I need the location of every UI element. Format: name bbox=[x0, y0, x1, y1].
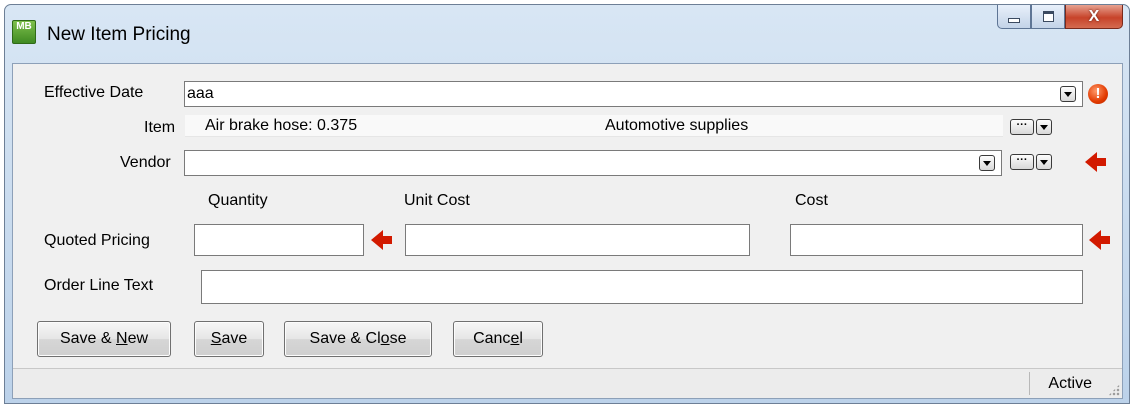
minimize-button[interactable] bbox=[997, 5, 1031, 29]
window-title: New Item Pricing bbox=[47, 24, 191, 45]
cancel-label-post: l bbox=[519, 330, 523, 347]
quantity-input[interactable] bbox=[194, 224, 364, 256]
maximize-icon bbox=[1042, 11, 1054, 22]
item-category: Automotive supplies bbox=[605, 117, 749, 134]
form-client-area: Effective Date aaa ! Item Air brake hose… bbox=[12, 63, 1123, 399]
unit-cost-input[interactable] bbox=[405, 224, 750, 256]
save-button[interactable]: Save bbox=[194, 321, 264, 357]
save-close-accesskey: o bbox=[380, 330, 390, 347]
save-close-label-post: se bbox=[389, 330, 407, 347]
cancel-label-pre: Canc bbox=[473, 330, 511, 347]
save-close-label-pre: Save & Cl bbox=[309, 330, 381, 347]
required-arrow-icon bbox=[371, 230, 392, 250]
chevron-down-icon bbox=[1040, 124, 1048, 130]
resize-grip-icon[interactable] bbox=[1108, 384, 1120, 396]
required-arrow-icon bbox=[1089, 230, 1110, 250]
save-close-button[interactable]: Save & Cl o se bbox=[284, 321, 432, 357]
chevron-down-icon bbox=[983, 160, 991, 166]
cancel-button[interactable]: Canc e l bbox=[453, 321, 543, 357]
window-controls: X bbox=[997, 5, 1123, 31]
item-name: Air brake hose: 0.375 bbox=[205, 117, 358, 134]
item-display: Air brake hose: 0.375 Automotive supplie… bbox=[185, 115, 1003, 137]
item-label: Item bbox=[144, 119, 176, 136]
cost-header: Cost bbox=[795, 192, 828, 209]
vendor-label: Vendor bbox=[120, 154, 171, 171]
effective-date-value: aaa bbox=[187, 85, 214, 102]
required-arrow-icon bbox=[1085, 152, 1106, 172]
item-lookup-button[interactable]: ··· bbox=[1010, 119, 1034, 135]
title-bar[interactable]: MB New Item Pricing X bbox=[5, 5, 1129, 63]
quantity-header: Quantity bbox=[208, 192, 268, 209]
unit-cost-header: Unit Cost bbox=[404, 192, 470, 209]
save-accesskey: S bbox=[210, 330, 222, 347]
order-line-text-label: Order Line Text bbox=[44, 277, 154, 294]
warning-icon: ! bbox=[1088, 84, 1108, 104]
order-line-text-input[interactable] bbox=[201, 270, 1083, 304]
chevron-down-icon bbox=[1040, 159, 1048, 165]
close-button[interactable]: X bbox=[1065, 5, 1123, 29]
cost-input[interactable] bbox=[790, 224, 1083, 256]
app-icon[interactable]: MB bbox=[12, 20, 36, 44]
minimize-icon bbox=[1008, 18, 1020, 23]
maximize-button[interactable] bbox=[1031, 5, 1065, 29]
ellipsis-icon: ··· bbox=[1016, 119, 1028, 131]
save-label-post: ave bbox=[221, 330, 248, 347]
effective-date-combo[interactable]: aaa bbox=[184, 81, 1083, 107]
save-new-label-post: ew bbox=[127, 330, 149, 347]
ellipsis-icon: ··· bbox=[1016, 154, 1028, 166]
save-new-label-pre: Save & bbox=[59, 330, 116, 347]
vendor-secondary-dropdown-button[interactable] bbox=[1036, 154, 1052, 170]
effective-date-dropdown-button[interactable] bbox=[1060, 86, 1076, 102]
status-bar: Active bbox=[13, 368, 1122, 398]
item-dropdown-button[interactable] bbox=[1036, 119, 1052, 135]
vendor-lookup-button[interactable]: ··· bbox=[1010, 154, 1034, 170]
quoted-pricing-label: Quoted Pricing bbox=[44, 232, 150, 249]
vendor-dropdown-button[interactable] bbox=[979, 155, 995, 171]
save-new-button[interactable]: Save & New bbox=[37, 321, 171, 357]
status-text: Active bbox=[1048, 375, 1092, 392]
chevron-down-icon bbox=[1064, 91, 1072, 97]
app-icon-text: MB bbox=[16, 21, 32, 32]
cancel-accesskey: e bbox=[510, 330, 520, 347]
effective-date-label: Effective Date bbox=[44, 84, 144, 101]
status-separator bbox=[1029, 372, 1030, 395]
item-pricing-window: MB New Item Pricing X Effective Date aaa… bbox=[4, 4, 1130, 404]
vendor-combo[interactable] bbox=[184, 150, 1002, 176]
save-new-accesskey: N bbox=[116, 330, 128, 347]
close-icon: X bbox=[1088, 7, 1100, 25]
